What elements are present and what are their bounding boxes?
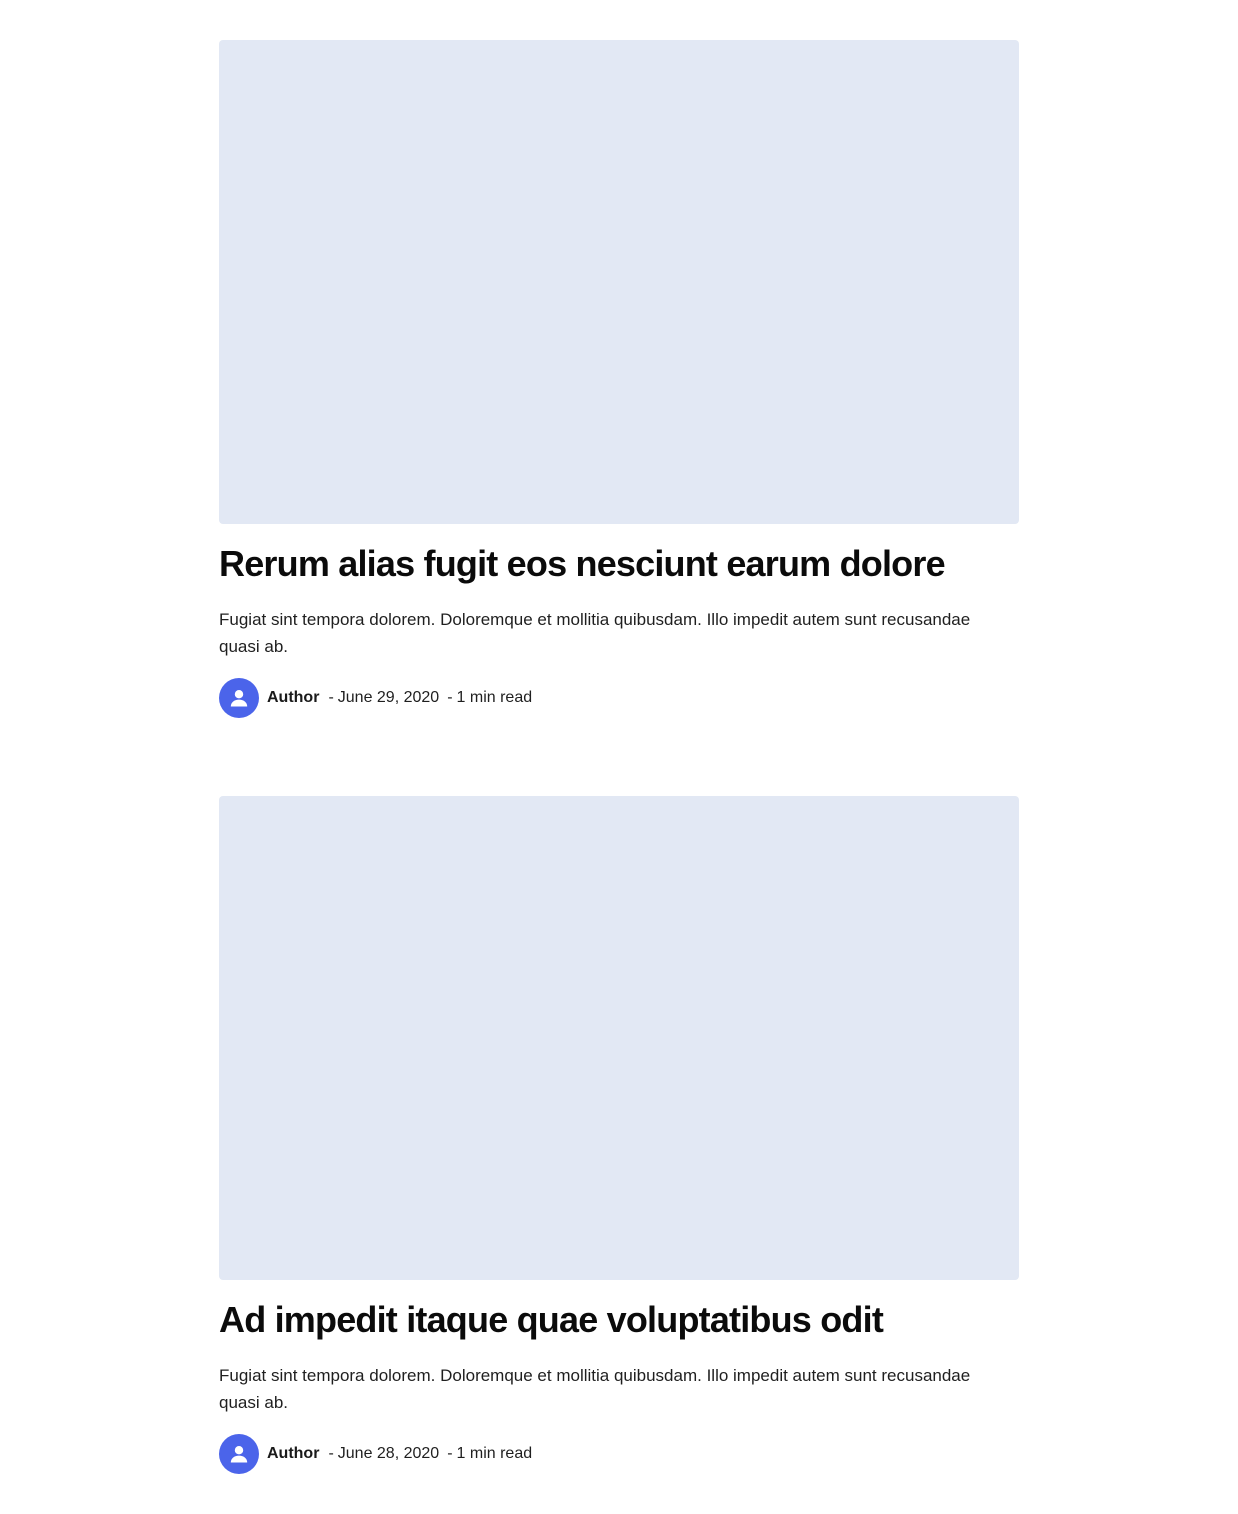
meta-separator: - xyxy=(447,689,453,706)
read-time: 1 min read xyxy=(456,1445,533,1462)
post-date: June 28, 2020 xyxy=(337,1445,440,1462)
read-time: 1 min read xyxy=(456,689,533,706)
author-name[interactable]: Author xyxy=(267,1445,319,1463)
post-meta: Author - June 29, 2020 - 1 min read xyxy=(219,678,1019,718)
post-feed: Rerum alias fugit eos nesciunt earum dol… xyxy=(219,0,1019,1474)
post-card: Rerum alias fugit eos nesciunt earum dol… xyxy=(219,40,1019,718)
post-title[interactable]: Ad impedit itaque quae voluptatibus odit xyxy=(219,1298,1019,1342)
meta-separator: - xyxy=(447,1445,453,1462)
author-avatar[interactable] xyxy=(219,1434,259,1474)
user-icon xyxy=(230,1446,248,1463)
meta-separator: - xyxy=(328,689,334,706)
author-name[interactable]: Author xyxy=(267,689,319,707)
meta-separator: - xyxy=(328,1445,334,1462)
post-card: Ad impedit itaque quae voluptatibus odit… xyxy=(219,796,1019,1474)
author-avatar[interactable] xyxy=(219,678,259,718)
post-excerpt: Fugiat sint tempora dolorem. Doloremque … xyxy=(219,1366,971,1412)
post-title[interactable]: Rerum alias fugit eos nesciunt earum dol… xyxy=(219,542,1019,586)
post-image-placeholder[interactable] xyxy=(219,796,1019,1280)
user-icon xyxy=(230,690,248,707)
post-excerpt: Fugiat sint tempora dolorem. Doloremque … xyxy=(219,610,971,656)
post-meta: Author - June 28, 2020 - 1 min read xyxy=(219,1434,1019,1474)
post-date: June 29, 2020 xyxy=(337,689,440,706)
post-image-placeholder[interactable] xyxy=(219,40,1019,524)
